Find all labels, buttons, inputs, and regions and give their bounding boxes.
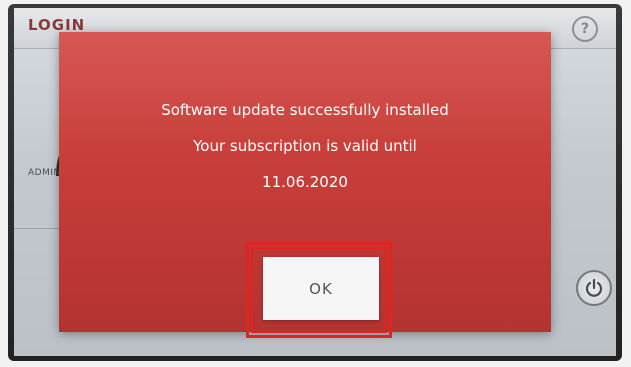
photo-frame: LOGIN ? ADMIN Software update successful… <box>0 0 631 367</box>
dialog-line-update: Software update successfully installed <box>161 101 449 119</box>
ok-button[interactable]: OK <box>263 257 379 320</box>
dialog-line-date: 11.06.2020 <box>262 173 348 191</box>
dialog-message: Software update successfully installed Y… <box>59 92 551 200</box>
dialog-line-subscription: Your subscription is valid until <box>193 137 417 155</box>
power-icon[interactable] <box>576 270 612 306</box>
help-icon[interactable]: ? <box>572 16 598 42</box>
user-label: ADMIN <box>28 168 61 178</box>
